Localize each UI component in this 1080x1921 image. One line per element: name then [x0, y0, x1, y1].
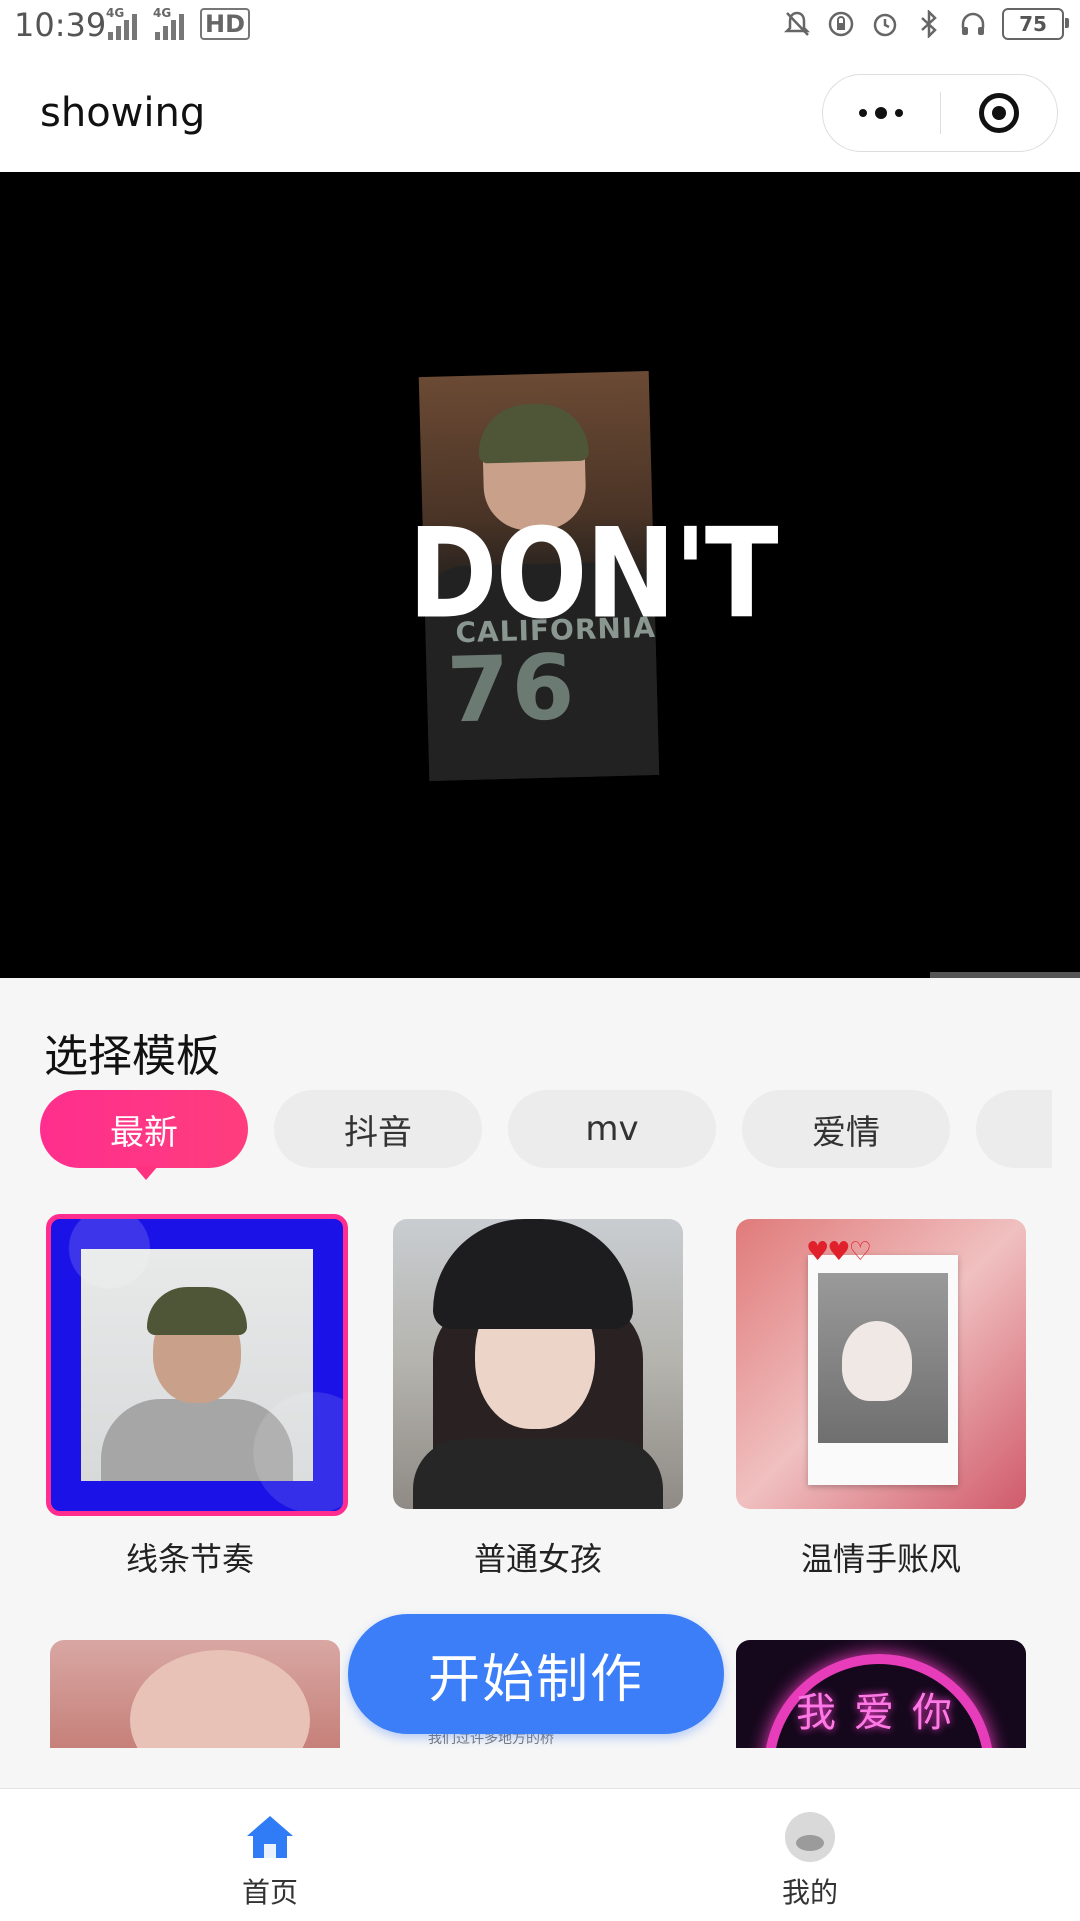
- tabbar-label: 我的: [781, 1876, 838, 1909]
- hd-voice-icon: HD: [200, 8, 251, 40]
- close-button[interactable]: [941, 75, 1058, 151]
- home-icon: [244, 1811, 296, 1863]
- section-title: 选择模板: [44, 1031, 220, 1082]
- hearts-icon: ♥♥♡: [806, 1237, 872, 1267]
- template-card-4[interactable]: [50, 1640, 340, 1752]
- person-beanie: [477, 402, 589, 464]
- profile-icon: [784, 1811, 836, 1863]
- template-card-ordinary-girl[interactable]: [393, 1219, 683, 1509]
- tabbar-label: 首页: [241, 1876, 298, 1909]
- content-bottom-spacer: [0, 1748, 1080, 1788]
- start-create-button[interactable]: 开始制作: [348, 1614, 724, 1734]
- signal-1-icon: 4G: [106, 6, 137, 40]
- bluetooth-icon: [914, 9, 944, 39]
- page-title: showing: [40, 90, 206, 136]
- network-indicators: 4G 4G HD: [106, 6, 251, 40]
- tabbar-item-mine[interactable]: 我的: [730, 1811, 890, 1911]
- video-preview[interactable]: CALIFORNIA 76 DON'T: [0, 172, 1080, 978]
- jersey-number: 76: [445, 635, 578, 744]
- template-thumbnail: [130, 1650, 310, 1752]
- tabbar-item-home[interactable]: 首页: [190, 1811, 350, 1911]
- template-card-warm-journal[interactable]: ♥♥♡: [736, 1219, 1026, 1509]
- battery-icon: 75: [1002, 8, 1069, 40]
- template-card-line-rhythm[interactable]: [46, 1214, 348, 1516]
- signal-2-icon: 4G: [153, 6, 184, 40]
- template-label: 温情手账风: [800, 1540, 961, 1578]
- template-card-5[interactable]: 我爱你: [736, 1640, 1026, 1752]
- tab-mv[interactable]: mv: [508, 1090, 716, 1168]
- navigation-bar: showing: [0, 54, 1080, 172]
- category-tabs: 最新 抖音 mv 爱情 祝: [0, 1090, 1052, 1186]
- tab-latest[interactable]: 最新: [40, 1090, 248, 1180]
- tab-douyin[interactable]: 抖音: [274, 1090, 482, 1168]
- rotation-lock-icon: [826, 9, 856, 39]
- headphones-icon: [958, 9, 988, 39]
- progress-indicator: [930, 972, 1080, 978]
- status-bar: 10:39 4G 4G HD 75: [0, 0, 1080, 54]
- mute-icon: [782, 9, 812, 39]
- overlay-text: DON'T: [408, 502, 779, 647]
- more-dots-icon: [859, 107, 904, 119]
- tab-love[interactable]: 爱情: [742, 1090, 950, 1168]
- template-label: 普通女孩: [473, 1540, 602, 1578]
- alarm-icon: [870, 9, 900, 39]
- target-icon: [978, 93, 1019, 133]
- mini-program-capsule: [822, 74, 1058, 152]
- template-thumbnail: [808, 1255, 958, 1485]
- template-label: 线条节奏: [125, 1540, 254, 1578]
- more-button[interactable]: [823, 75, 940, 151]
- status-time: 10:39: [14, 6, 107, 44]
- tab-blessing[interactable]: 祝: [976, 1090, 1052, 1168]
- bottom-tab-bar: 首页 我的: [0, 1788, 1080, 1921]
- neon-text: 我爱你: [796, 1690, 970, 1736]
